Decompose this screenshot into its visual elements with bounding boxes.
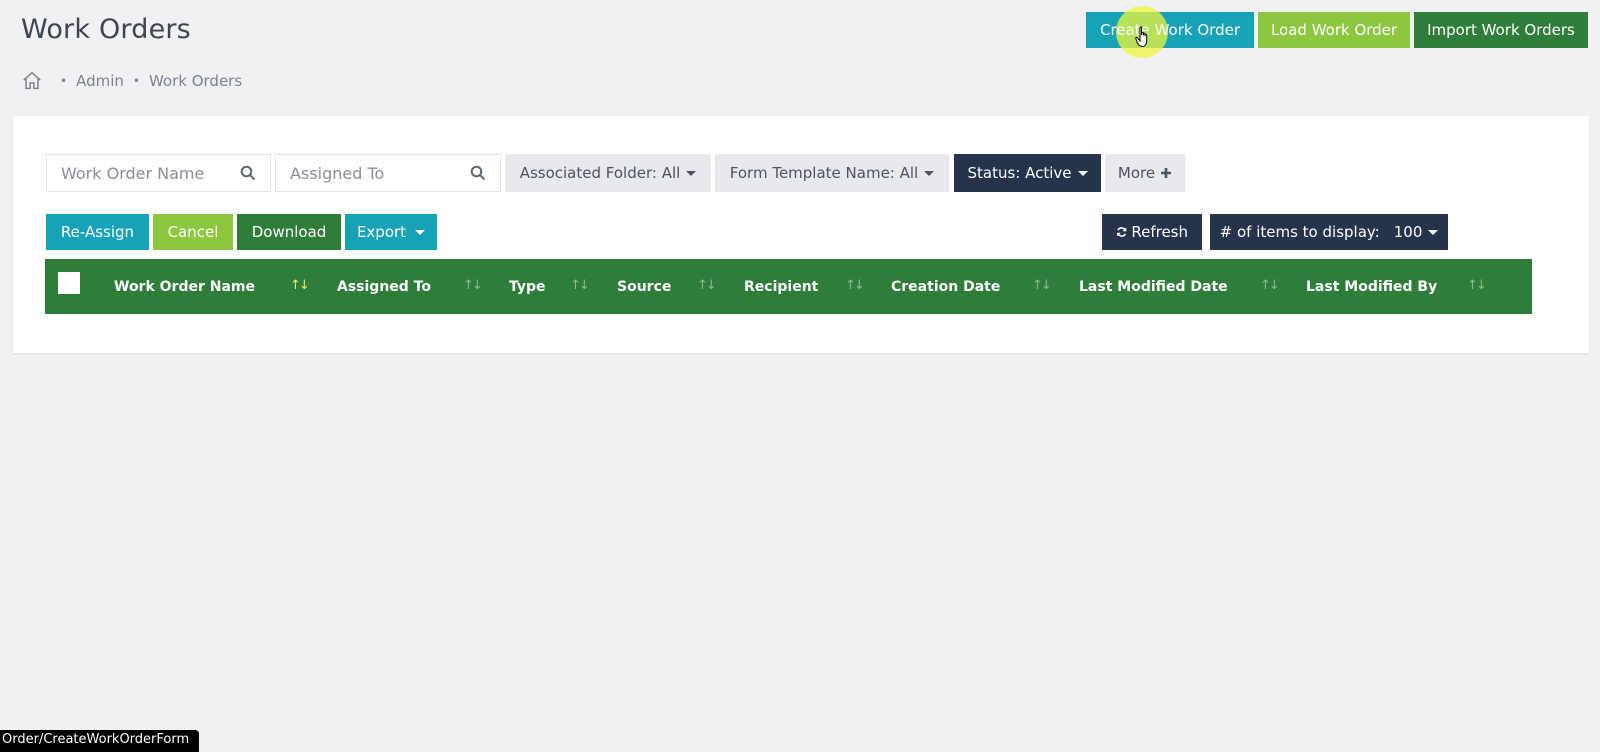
refresh-button[interactable]: Refresh	[1102, 214, 1202, 250]
column-assigned-to[interactable]: Assigned To	[337, 259, 431, 314]
more-label: More	[1117, 164, 1156, 182]
work-order-name-input[interactable]	[47, 162, 240, 184]
search-icon[interactable]	[240, 165, 256, 181]
work-orders-panel: Associated Folder: All Form Template Nam…	[13, 116, 1589, 353]
associated-folder-label: Associated Folder: All	[519, 164, 681, 182]
page-title: Work Orders	[21, 14, 191, 45]
items-per-page-value: 100	[1393, 223, 1423, 241]
column-type[interactable]: Type	[509, 259, 546, 314]
status-label: Status: Active	[967, 164, 1072, 182]
breadcrumb-admin[interactable]: Admin	[76, 72, 124, 90]
associated-folder-filter[interactable]: Associated Folder: All	[505, 154, 711, 192]
column-work-order-name[interactable]: Work Order Name	[114, 259, 255, 314]
create-work-order-label: Create Work Order	[1100, 21, 1240, 39]
breadcrumb-separator: •	[132, 74, 140, 88]
chevron-down-icon	[1428, 229, 1439, 235]
status-filter[interactable]: Status: Active	[954, 154, 1101, 192]
reassign-button[interactable]: Re-Assign	[46, 214, 149, 250]
load-work-order-button[interactable]: Load Work Order	[1258, 12, 1410, 48]
assigned-to-input[interactable]	[276, 162, 470, 184]
form-template-filter[interactable]: Form Template Name: All	[715, 154, 949, 192]
export-button[interactable]: Export	[345, 214, 437, 250]
refresh-icon	[1117, 227, 1127, 237]
cancel-button[interactable]: Cancel	[153, 214, 233, 250]
form-template-label: Form Template Name: All	[729, 164, 919, 182]
column-creation-date[interactable]: Creation Date	[891, 259, 1000, 314]
column-source[interactable]: Source	[617, 259, 671, 314]
more-filters-button[interactable]: More	[1105, 154, 1185, 192]
plus-icon	[1161, 168, 1172, 178]
column-last-modified-date[interactable]: Last Modified Date	[1079, 259, 1228, 314]
work-order-name-search	[46, 154, 271, 192]
top-actions: Create Work Order Load Work Order Import…	[1086, 6, 1588, 58]
refresh-label: Refresh	[1131, 223, 1188, 241]
chevron-down-icon	[1077, 170, 1088, 176]
home-icon[interactable]	[21, 70, 43, 92]
download-button[interactable]: Download	[237, 214, 341, 250]
sort-ascending-icon[interactable]: ↑↓	[290, 278, 310, 293]
sort-icon[interactable]: ↑↓	[1467, 278, 1487, 293]
items-per-page-label: # of items to display:	[1219, 223, 1380, 241]
search-icon[interactable]	[470, 165, 486, 181]
status-bar-url: Order/CreateWorkOrderForm	[0, 730, 200, 752]
import-work-orders-button[interactable]: Import Work Orders	[1414, 12, 1588, 48]
breadcrumb-work-orders: Work Orders	[148, 72, 243, 90]
sort-icon[interactable]: ↑↓	[845, 278, 865, 293]
hand-pointer-icon	[1135, 26, 1148, 48]
create-work-order-button[interactable]: Create Work Order	[1086, 6, 1254, 58]
sort-icon[interactable]: ↑↓	[1032, 278, 1052, 293]
export-label: Export	[356, 223, 407, 241]
sort-icon[interactable]: ↑↓	[1260, 278, 1280, 293]
chevron-down-icon	[415, 229, 426, 235]
select-all-checkbox[interactable]	[58, 272, 80, 294]
table-header: Work Order Name ↑↓ Assigned To ↑↓ Type ↑…	[45, 259, 1532, 314]
assigned-to-search	[275, 154, 501, 192]
breadcrumb: • Admin • Work Orders	[21, 70, 242, 92]
column-recipient[interactable]: Recipient	[744, 259, 818, 314]
sort-icon[interactable]: ↑↓	[570, 278, 590, 293]
items-per-page-dropdown[interactable]: # of items to display: 100	[1210, 214, 1448, 250]
sort-icon[interactable]: ↑↓	[697, 278, 717, 293]
chevron-down-icon	[924, 170, 935, 176]
sort-icon[interactable]: ↑↓	[463, 278, 483, 293]
breadcrumb-separator: •	[60, 74, 68, 88]
column-last-modified-by[interactable]: Last Modified By	[1306, 259, 1437, 314]
chevron-down-icon	[686, 170, 697, 176]
